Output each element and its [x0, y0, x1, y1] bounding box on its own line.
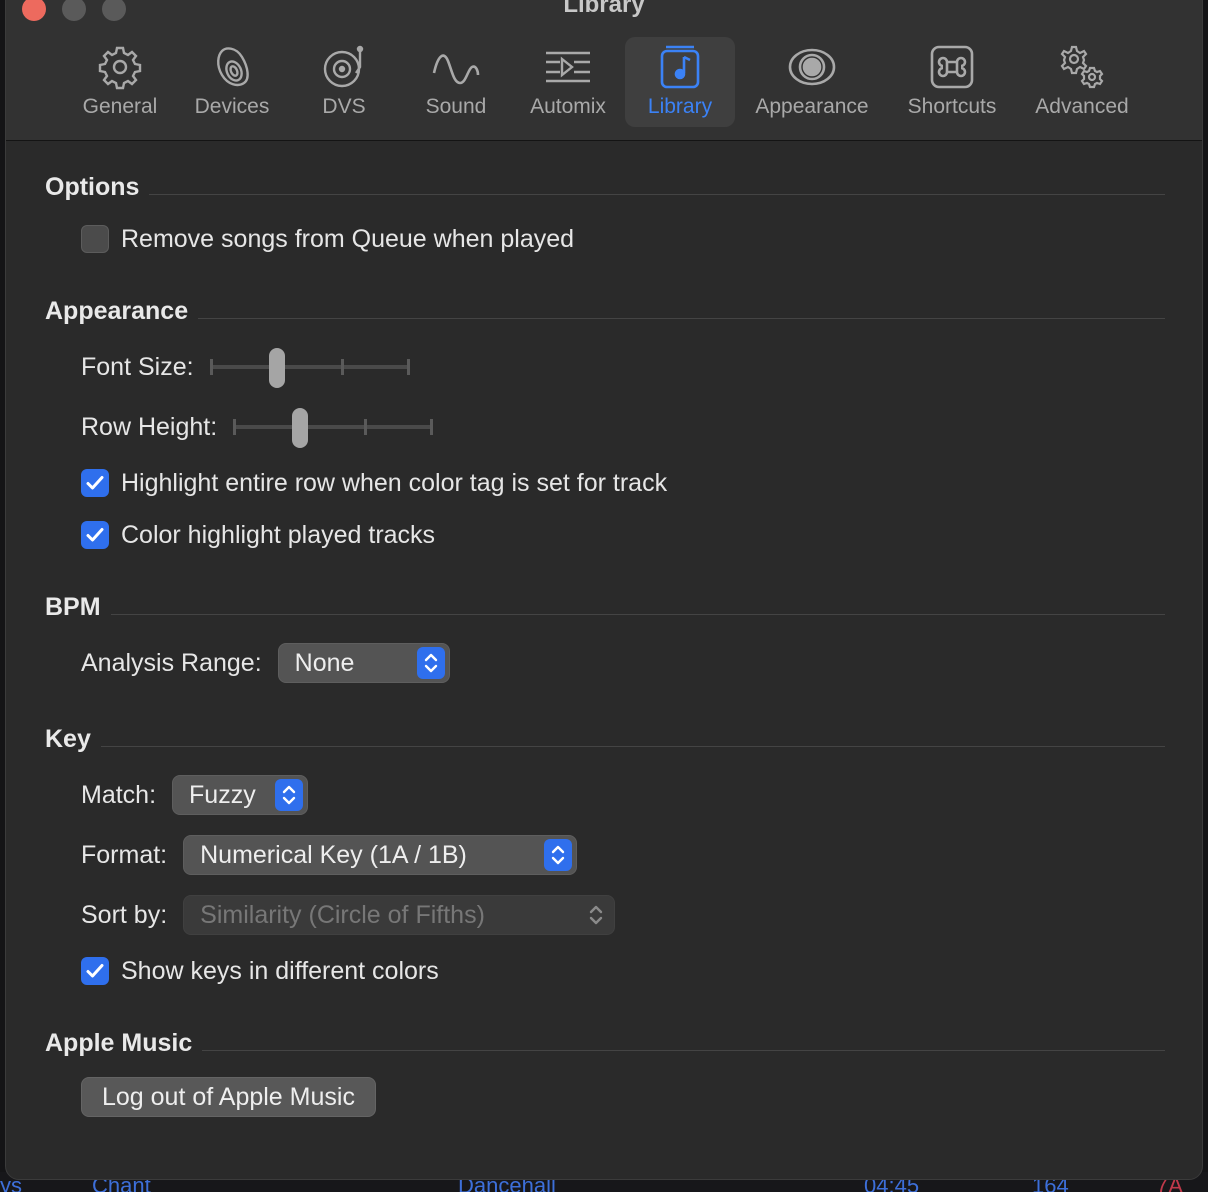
key-heading: Key — [45, 724, 91, 753]
format-value: Numerical Key (1A / 1B) — [200, 840, 467, 869]
window-title: Library — [563, 0, 645, 18]
slider-tick — [430, 419, 434, 435]
updown-arrows-icon — [416, 647, 445, 679]
analysis-range-label: Analysis Range: — [81, 648, 262, 677]
analysis-range-value: None — [294, 648, 355, 677]
highlight-row-checkbox[interactable] — [81, 469, 109, 497]
slider-track — [209, 365, 410, 369]
slider-track — [233, 425, 434, 429]
speaker-icon — [206, 41, 258, 93]
section-divider — [198, 317, 1165, 319]
tab-devices[interactable]: Devices — [180, 37, 284, 127]
logout-apple-music-button[interactable]: Log out of Apple Music — [81, 1077, 376, 1117]
checkmark-icon — [86, 476, 104, 490]
color-played-label: Color highlight played tracks — [121, 520, 436, 549]
preferences-window: Library General Devices DVS Sound Automi… — [5, 0, 1203, 1180]
sort-by-value: Similarity (Circle of Fifths) — [200, 900, 485, 929]
show-key-colors-checkbox[interactable] — [81, 957, 109, 985]
format-row: Format: Numerical Key (1A / 1B) — [81, 835, 578, 875]
font-size-slider-thumb[interactable] — [268, 348, 285, 388]
tab-sound[interactable]: Sound — [404, 37, 508, 127]
section-divider — [100, 745, 1165, 747]
apple-music-section-header: Apple Music — [45, 1028, 1165, 1058]
tab-dvs[interactable]: DVS — [292, 37, 396, 127]
row-height-slider-thumb[interactable] — [292, 408, 309, 448]
eye-icon — [786, 41, 838, 93]
tab-sound-label: Sound — [425, 95, 487, 118]
font-size-slider[interactable] — [209, 348, 410, 388]
match-value: Fuzzy — [189, 780, 256, 809]
checkmark-icon — [86, 528, 104, 542]
updown-arrows-icon — [275, 779, 304, 811]
bpm-heading: BPM — [45, 592, 101, 621]
sort-by-row: Sort by: Similarity (Circle of Fifths) — [81, 895, 616, 935]
highlight-row-row[interactable]: Highlight entire row when color tag is s… — [81, 465, 667, 501]
match-popup[interactable]: Fuzzy — [172, 775, 309, 815]
highlight-row-label: Highlight entire row when color tag is s… — [121, 468, 668, 497]
tab-shortcuts[interactable]: Shortcuts — [894, 37, 1010, 127]
turntable-icon — [318, 41, 370, 93]
gears-icon — [1056, 41, 1108, 93]
appearance-heading: Appearance — [45, 296, 189, 325]
font-size-row: Font Size: — [81, 348, 410, 388]
automix-icon — [542, 41, 594, 93]
row-height-row: Row Height: — [81, 408, 434, 448]
match-label: Match: — [81, 780, 157, 809]
slider-tick — [406, 359, 410, 375]
color-played-checkbox[interactable] — [81, 521, 109, 549]
tab-general[interactable]: General — [68, 37, 172, 127]
tab-advanced-label: Advanced — [1035, 95, 1129, 118]
section-divider — [110, 613, 1165, 615]
slider-tick — [209, 359, 213, 375]
title-bar: Library General Devices DVS Sound Automi… — [6, 0, 1202, 141]
options-section-header: Options — [45, 172, 1165, 202]
tab-advanced[interactable]: Advanced — [1022, 37, 1142, 127]
show-key-colors-label: Show keys in different colors — [121, 956, 439, 985]
section-divider — [202, 1049, 1165, 1051]
key-section-header: Key — [45, 724, 1165, 754]
tab-library-label: Library — [647, 95, 713, 118]
slider-tick — [364, 419, 368, 435]
tab-devices-label: Devices — [194, 95, 270, 118]
apple-music-heading: Apple Music — [45, 1028, 193, 1057]
updown-arrows-icon — [544, 839, 573, 871]
sort-by-popup: Similarity (Circle of Fifths) — [183, 895, 616, 935]
bpm-section-header: BPM — [45, 592, 1165, 622]
updown-arrows-icon — [582, 899, 610, 931]
tab-dvs-label: DVS — [322, 95, 366, 118]
options-heading: Options — [45, 172, 140, 201]
music-note-icon — [654, 41, 706, 93]
checkmark-icon — [86, 964, 104, 978]
appearance-section-header: Appearance — [45, 296, 1165, 326]
color-played-row[interactable]: Color highlight played tracks — [81, 517, 435, 553]
waveform-icon — [430, 41, 482, 93]
section-divider — [149, 193, 1165, 195]
tab-general-label: General — [82, 95, 158, 118]
show-key-colors-row[interactable]: Show keys in different colors — [81, 953, 439, 989]
tab-shortcuts-label: Shortcuts — [907, 95, 997, 118]
remove-from-queue-checkbox[interactable] — [81, 225, 109, 253]
apple-music-row: Log out of Apple Music — [81, 1077, 376, 1117]
match-row: Match: Fuzzy — [81, 775, 309, 815]
command-key-icon — [926, 41, 978, 93]
analysis-range-popup[interactable]: None — [277, 643, 450, 683]
tab-appearance[interactable]: Appearance — [744, 37, 880, 127]
tab-appearance-label: Appearance — [755, 95, 869, 118]
slider-tick — [340, 359, 344, 375]
gear-icon — [94, 41, 146, 93]
analysis-range-row: Analysis Range: None — [81, 643, 450, 683]
tab-automix-label: Automix — [530, 95, 606, 118]
remove-from-queue-row[interactable]: Remove songs from Queue when played — [81, 221, 574, 257]
row-height-label: Row Height: — [81, 412, 218, 441]
row-height-slider[interactable] — [233, 408, 434, 448]
tab-automix[interactable]: Automix — [516, 37, 620, 127]
sort-by-label: Sort by: — [81, 900, 168, 929]
slider-tick — [233, 419, 237, 435]
tab-library[interactable]: Library — [625, 37, 735, 127]
remove-from-queue-label: Remove songs from Queue when played — [121, 224, 575, 253]
font-size-label: Font Size: — [81, 352, 194, 381]
format-popup[interactable]: Numerical Key (1A / 1B) — [183, 835, 578, 875]
format-label: Format: — [81, 840, 168, 869]
